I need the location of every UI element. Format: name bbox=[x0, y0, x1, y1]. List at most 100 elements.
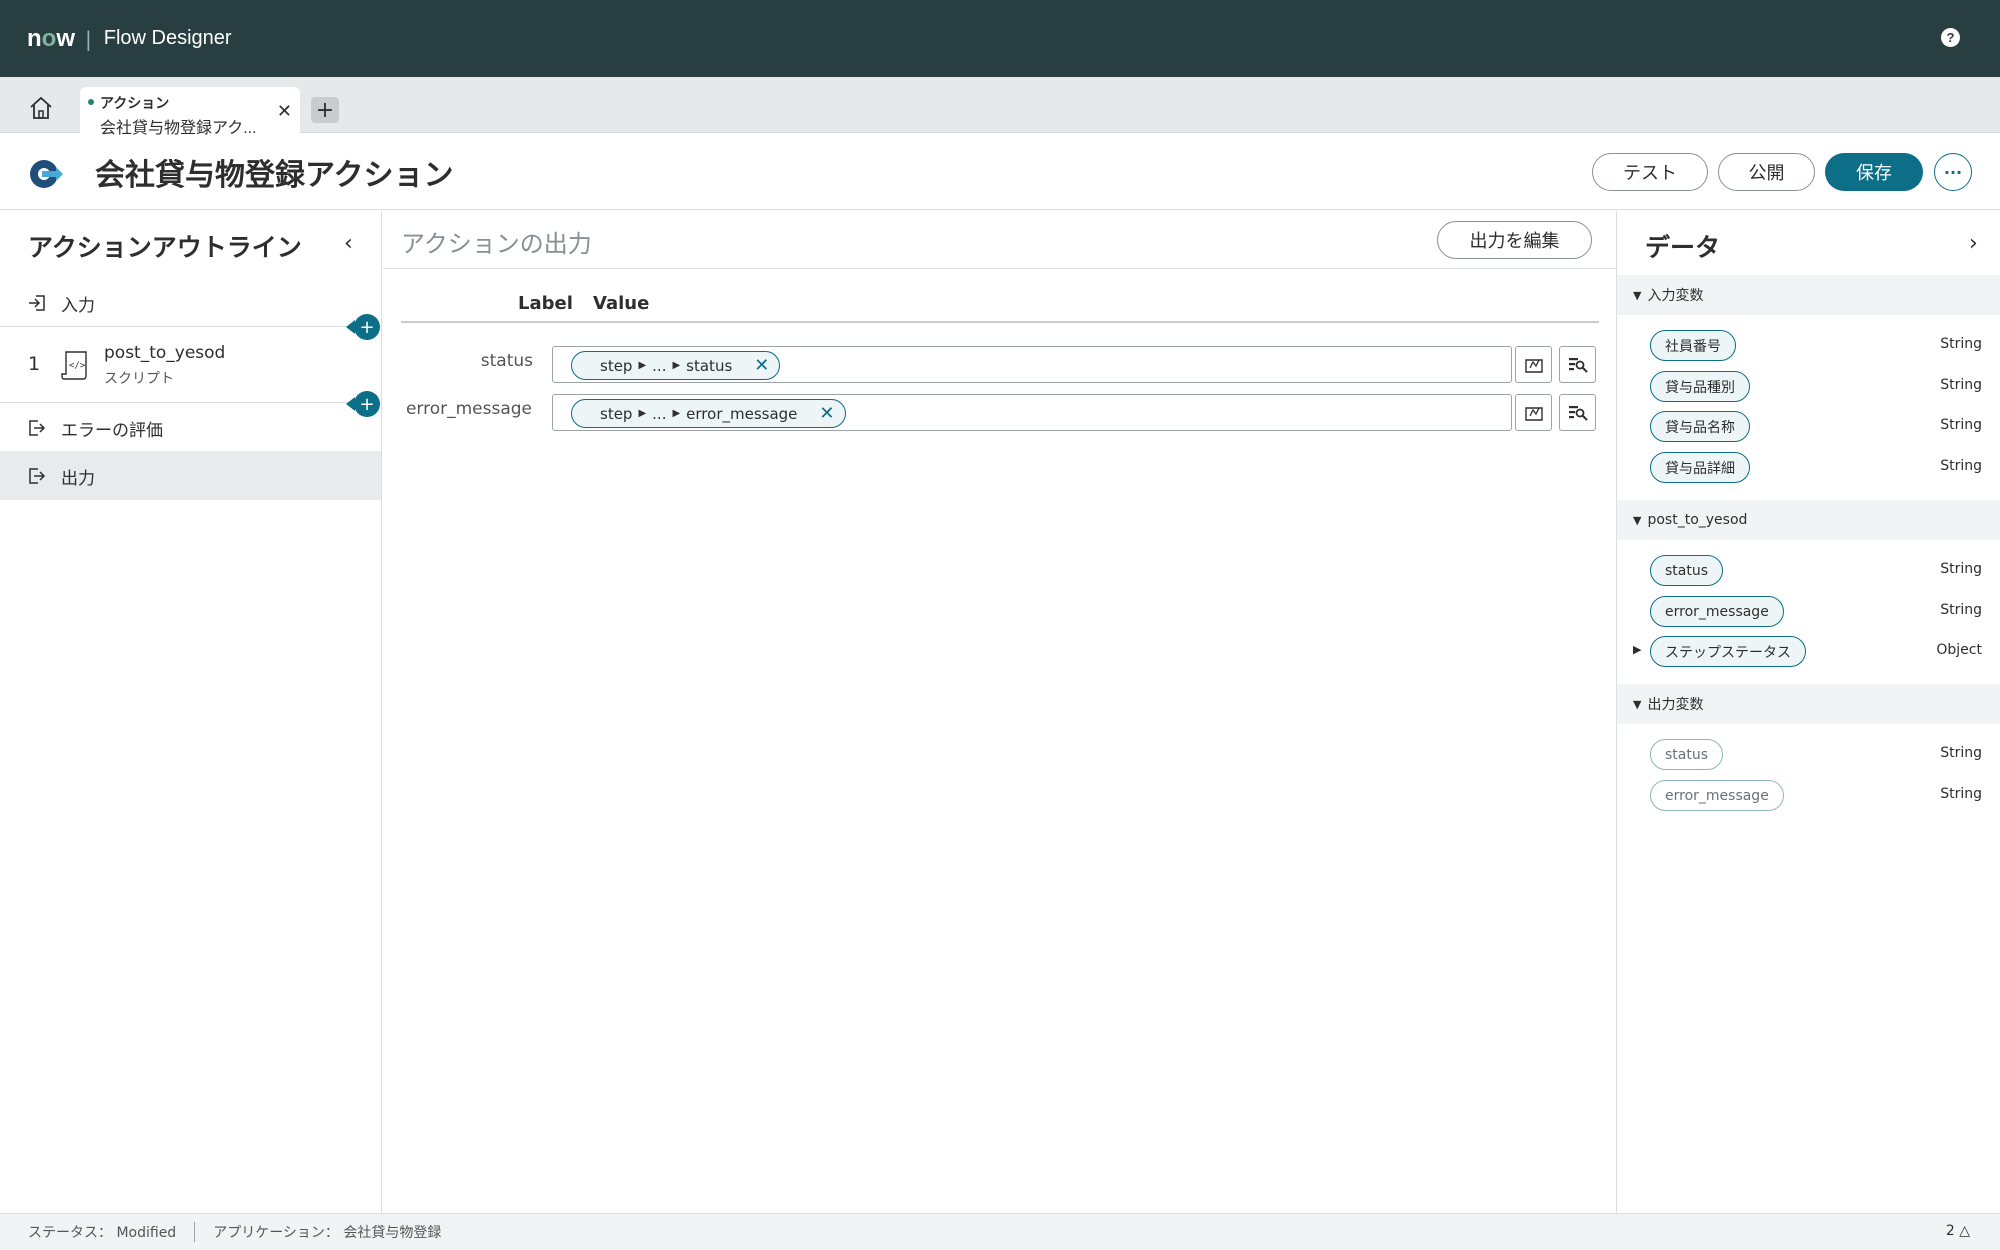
pill-prefix: step bbox=[600, 356, 633, 375]
output-label-status: status bbox=[480, 351, 533, 371]
pill-field: status bbox=[686, 356, 733, 375]
data-pill[interactable]: 貸与品詳細 bbox=[1650, 452, 1750, 483]
step-type: スクリプト bbox=[104, 371, 174, 387]
top-bar: now | Flow Designer ? bbox=[0, 0, 2000, 77]
unsaved-dot bbox=[88, 99, 94, 105]
close-icon[interactable]: ✕ bbox=[277, 101, 292, 122]
pill-field: error_message bbox=[686, 404, 798, 423]
section-header-step[interactable]: ▼ post_to_yesod bbox=[1617, 500, 2000, 540]
var-type: String bbox=[1940, 786, 1982, 802]
data-pill[interactable]: 社員番号 bbox=[1650, 330, 1736, 361]
page-title: 会社貸与物登録アクション bbox=[95, 158, 454, 193]
output-value-field[interactable]: step ▶ ... ▶ status ✕ bbox=[552, 346, 1512, 383]
outline-item-input[interactable]: 入力 bbox=[0, 291, 381, 316]
pill-arrow-icon: ▶ bbox=[638, 408, 647, 419]
logo-separator: | bbox=[85, 26, 92, 51]
collapse-right-icon[interactable]: › bbox=[1969, 231, 1978, 256]
section-header-input-variables[interactable]: ▼ 入力変数 bbox=[1617, 275, 2000, 315]
data-pill[interactable]: step ▶ ... ▶ status ✕ bbox=[571, 351, 781, 380]
pill-arrow-icon: ▶ bbox=[672, 360, 681, 371]
outline-title: アクションアウトライン bbox=[28, 233, 302, 262]
var-type: String bbox=[1940, 561, 1982, 577]
divider bbox=[0, 402, 381, 403]
add-step-button[interactable]: + bbox=[346, 314, 380, 340]
outline-output-label: 出力 bbox=[61, 468, 95, 489]
caret-down-icon: ▼ bbox=[1633, 513, 1642, 527]
input-icon bbox=[29, 295, 45, 311]
data-pill[interactable]: error_message bbox=[1650, 780, 1784, 811]
notifications[interactable]: 2 △ bbox=[1946, 1223, 1970, 1239]
var-type: String bbox=[1940, 417, 1982, 433]
divider bbox=[194, 1222, 196, 1242]
var-type: String bbox=[1940, 377, 1982, 393]
help-icon[interactable]: ? bbox=[1941, 28, 1960, 47]
column-header-value: Value bbox=[593, 293, 650, 314]
outline-item-error-eval[interactable]: エラーの評価 bbox=[0, 416, 381, 441]
save-button[interactable]: 保存 bbox=[1825, 153, 1923, 191]
var-type: Object bbox=[1936, 642, 1982, 658]
data-picker-icon bbox=[1568, 405, 1588, 421]
title-row: 会社貸与物登録アクション テスト 公開 保存 ··· bbox=[0, 134, 2000, 210]
caret-right-icon[interactable]: ▶ bbox=[1633, 643, 1641, 656]
data-picker-button[interactable] bbox=[1559, 394, 1596, 431]
data-picker-icon bbox=[1568, 357, 1588, 373]
step-number: 1 bbox=[28, 353, 41, 375]
edit-outputs-button[interactable]: 出力を編集 bbox=[1437, 221, 1592, 259]
pill-arrow-icon: ▶ bbox=[638, 360, 647, 371]
outline-error-label: エラーの評価 bbox=[61, 420, 163, 441]
var-type: String bbox=[1940, 602, 1982, 618]
pill-prefix: step bbox=[600, 404, 633, 423]
collapse-left-icon[interactable]: ‹ bbox=[344, 231, 353, 256]
output-label-error-message: error_message bbox=[405, 399, 532, 419]
add-tab-button[interactable]: + bbox=[311, 97, 339, 123]
svg-text:</>: </> bbox=[69, 361, 86, 371]
more-options-button[interactable]: ··· bbox=[1934, 153, 1972, 191]
pill-arrow-icon: ▶ bbox=[672, 408, 681, 419]
data-picker-button[interactable] bbox=[1559, 346, 1596, 383]
tab-action[interactable]: アクション 会社貸与物登録アク... ✕ bbox=[80, 87, 300, 137]
script-toggle-button[interactable] bbox=[1515, 346, 1552, 383]
step-name[interactable]: post_to_yesod bbox=[104, 343, 225, 363]
var-type: String bbox=[1940, 745, 1982, 761]
home-tab[interactable] bbox=[20, 89, 62, 127]
data-pill[interactable]: status bbox=[1650, 739, 1724, 770]
servicenow-logo[interactable]: now bbox=[27, 25, 75, 53]
caret-down-icon: ▼ bbox=[1633, 288, 1642, 302]
test-button[interactable]: テスト bbox=[1592, 153, 1708, 191]
application-text: アプリケーション： 会社貸与物登録 bbox=[213, 1225, 442, 1241]
data-pill[interactable]: status bbox=[1650, 555, 1724, 586]
action-icon bbox=[30, 160, 63, 188]
divider bbox=[0, 326, 381, 327]
divider bbox=[383, 268, 1616, 269]
app-title: Flow Designer bbox=[103, 27, 232, 49]
output-icon bbox=[29, 468, 46, 484]
outline-input-label: 入力 bbox=[61, 295, 95, 316]
remove-pill-icon[interactable]: ✕ bbox=[819, 403, 834, 424]
data-pill[interactable]: 貸与品名称 bbox=[1650, 411, 1750, 442]
data-pill[interactable]: ステップステータス bbox=[1650, 636, 1806, 667]
add-step-button[interactable]: + bbox=[346, 391, 380, 417]
bell-icon: △ bbox=[1959, 1223, 1970, 1239]
outline-item-output[interactable]: 出力 bbox=[0, 464, 381, 489]
section-header-label: 入力変数 bbox=[1647, 288, 1704, 304]
section-header-output-variables[interactable]: ▼ 出力変数 bbox=[1617, 684, 2000, 724]
error-eval-icon bbox=[29, 420, 46, 436]
script-toggle-button[interactable] bbox=[1515, 394, 1552, 431]
action-outline-panel: アクションアウトライン ‹ 入力 + 1 </> post_to_yesod ス… bbox=[0, 211, 382, 1213]
data-panel: データ › ▼ 入力変数 社員番号 String 貸与品種別 String 貸与… bbox=[1616, 211, 2000, 1213]
pill-middle: ... bbox=[652, 404, 667, 423]
data-pill[interactable]: step ▶ ... ▶ error_message ✕ bbox=[571, 399, 846, 428]
remove-pill-icon[interactable]: ✕ bbox=[754, 355, 769, 376]
action-output-editor: アクションの出力 出力を編集 Label Value status step ▶… bbox=[383, 211, 1616, 1213]
publish-button[interactable]: 公開 bbox=[1718, 153, 1815, 191]
data-pill[interactable]: error_message bbox=[1650, 596, 1784, 627]
var-type: String bbox=[1940, 458, 1982, 474]
tab-strip: アクション 会社貸与物登録アク... ✕ + bbox=[0, 77, 2000, 137]
home-icon bbox=[30, 96, 52, 119]
data-pill[interactable]: 貸与品種別 bbox=[1650, 371, 1750, 402]
data-panel-title: データ bbox=[1645, 233, 1721, 262]
section-header-label: 出力変数 bbox=[1647, 697, 1704, 713]
tab-type-label: アクション bbox=[100, 95, 170, 111]
script-icon: </> bbox=[61, 351, 87, 380]
output-value-field[interactable]: step ▶ ... ▶ error_message ✕ bbox=[552, 394, 1512, 431]
